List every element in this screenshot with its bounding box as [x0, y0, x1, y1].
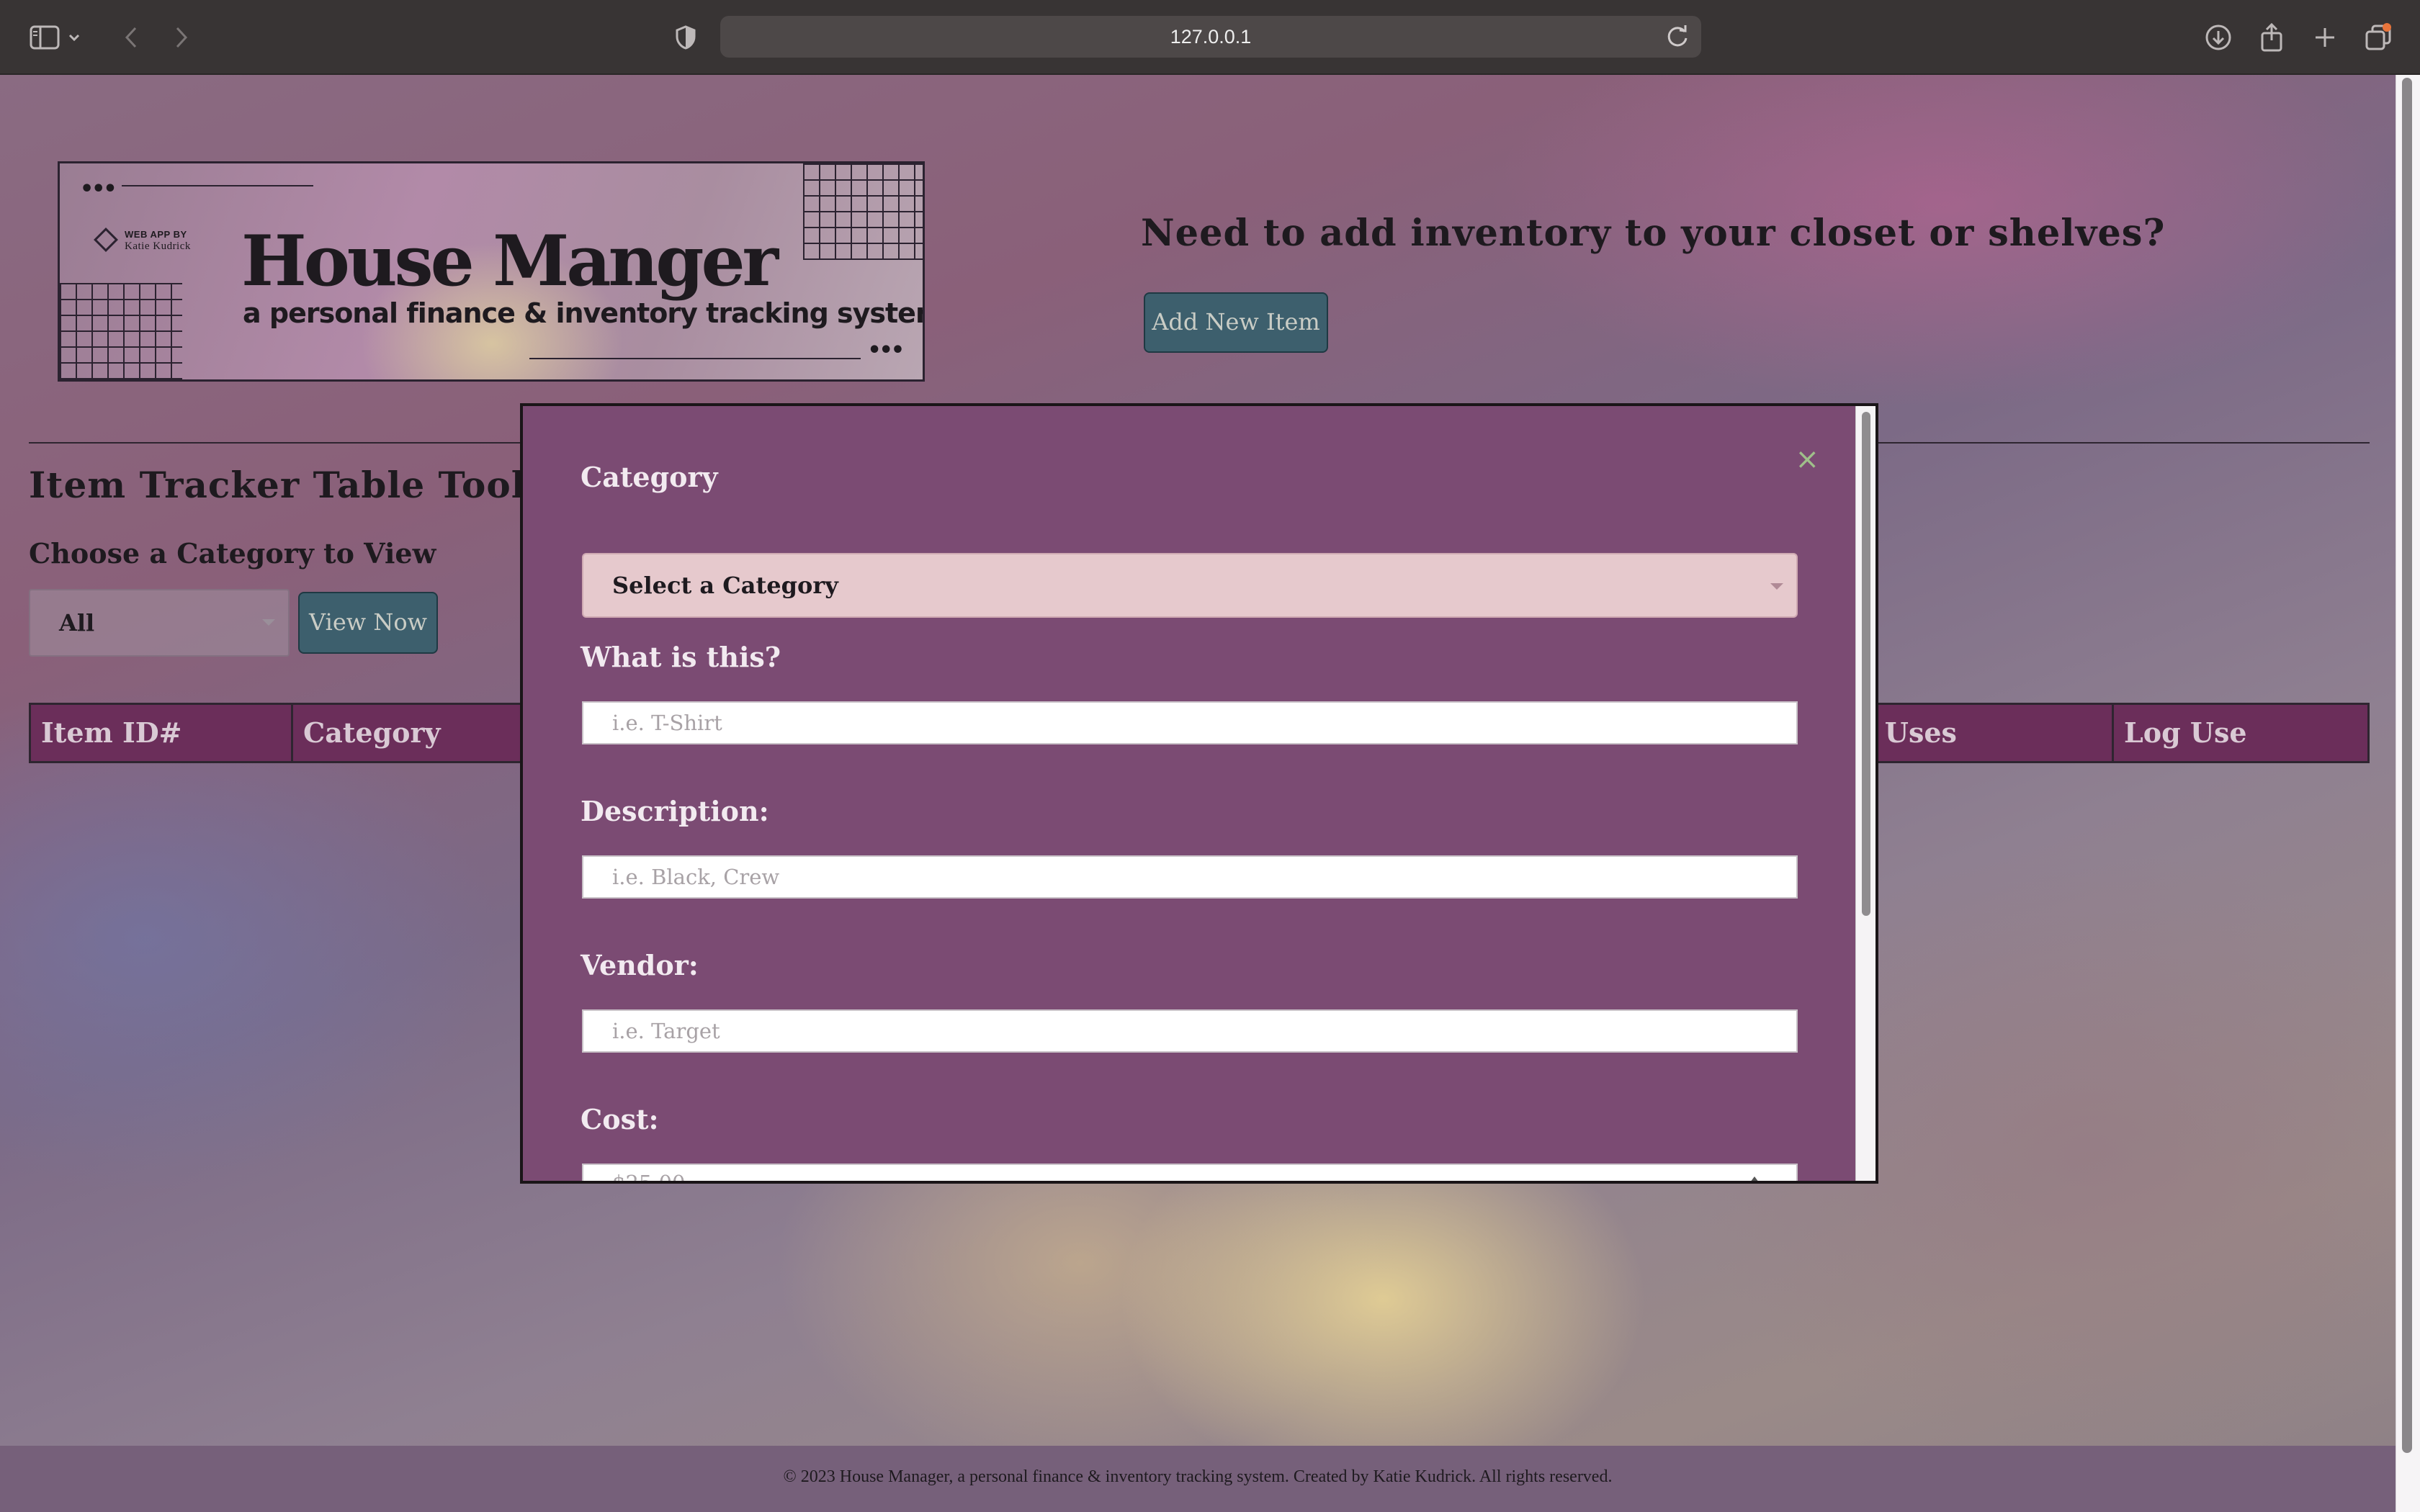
stepper-up-icon[interactable] [1750, 1176, 1759, 1181]
page-scrollbar[interactable] [2396, 75, 2420, 1512]
app-subtitle: a personal finance & inventory tracking … [243, 297, 925, 329]
share-icon[interactable] [2253, 19, 2290, 56]
category-filter-select[interactable]: All [29, 589, 290, 657]
grid-decoration [803, 163, 923, 260]
copyright-text: © 2023 House Manager, a personal finance… [783, 1467, 1613, 1486]
diamond-logo-icon [94, 228, 118, 252]
cost-label: Cost: [581, 1103, 659, 1135]
add-inventory-heading: Need to add inventory to your closet or … [1141, 212, 2166, 255]
back-icon[interactable] [112, 19, 150, 56]
add-new-item-button[interactable]: Add New Item [1144, 292, 1328, 353]
category-select[interactable]: Select a Category [582, 553, 1798, 618]
what-is-this-label: What is this? [581, 641, 781, 673]
description-field[interactable] [582, 855, 1798, 899]
page-footer: © 2023 House Manager, a personal finance… [0, 1446, 2396, 1512]
scrollbar-thumb[interactable] [2402, 78, 2412, 1453]
privacy-shield-icon[interactable] [667, 19, 704, 56]
header-banner: ••• ••• WEB APP BY Katie Kudrick House M… [58, 161, 925, 382]
new-tab-icon[interactable] [2306, 19, 2344, 56]
view-now-button[interactable]: View Now [298, 592, 438, 654]
chevron-down-icon [1770, 583, 1783, 590]
modal-scrollbar[interactable] [1855, 406, 1876, 1181]
description-label: Description: [581, 795, 769, 827]
dots-decoration: ••• [80, 176, 117, 202]
close-icon[interactable]: × [1795, 445, 1819, 474]
chevron-down-icon [262, 619, 275, 626]
address-bar[interactable]: 127.0.0.1 [720, 16, 1701, 58]
reload-icon[interactable] [1664, 23, 1691, 50]
vendor-field[interactable] [582, 1009, 1798, 1053]
column-header-log-use[interactable]: Log Use [2114, 705, 2367, 761]
chevron-down-icon[interactable] [63, 19, 85, 56]
column-header-item-id[interactable]: Item ID# [31, 705, 293, 761]
line-decoration [529, 358, 861, 359]
web-app-by-label: WEB APP BY [125, 229, 187, 240]
sidebar-icon[interactable] [26, 19, 63, 56]
forward-icon[interactable] [163, 19, 200, 56]
category-select-value: Select a Category [612, 572, 838, 599]
choose-category-label: Choose a Category to View [29, 537, 436, 570]
download-icon[interactable] [2200, 19, 2237, 56]
cost-input[interactable] [583, 1165, 1796, 1181]
grid-decoration [60, 283, 182, 379]
cost-field[interactable] [582, 1164, 1798, 1181]
category-label: Category [581, 461, 718, 493]
item-name-input[interactable] [583, 703, 1796, 743]
vendor-label: Vendor: [581, 949, 699, 981]
description-input[interactable] [583, 857, 1796, 897]
modal-scrollbar-thumb[interactable] [1862, 412, 1870, 916]
app-title: House Manger [241, 220, 779, 302]
url-text[interactable]: 127.0.0.1 [720, 16, 1701, 58]
tracker-title: Item Tracker Table Tool [29, 464, 526, 506]
vendor-input[interactable] [583, 1011, 1796, 1051]
add-item-modal: × Category Select a Category What is thi… [520, 403, 1878, 1184]
column-header-uses[interactable]: d Uses [1855, 705, 2114, 761]
tabs-overview-icon[interactable] [2360, 19, 2397, 56]
credit-badge: WEB APP BY Katie Kudrick [125, 228, 191, 253]
dots-decoration: ••• [867, 338, 905, 363]
item-name-field[interactable] [582, 701, 1798, 744]
browser-toolbar: 127.0.0.1 [0, 0, 2420, 75]
line-decoration [122, 185, 313, 186]
category-filter-value: All [59, 609, 95, 636]
author-name: Katie Kudrick [125, 240, 191, 252]
notification-dot [2383, 23, 2391, 32]
column-header-category[interactable]: Category [293, 705, 552, 761]
